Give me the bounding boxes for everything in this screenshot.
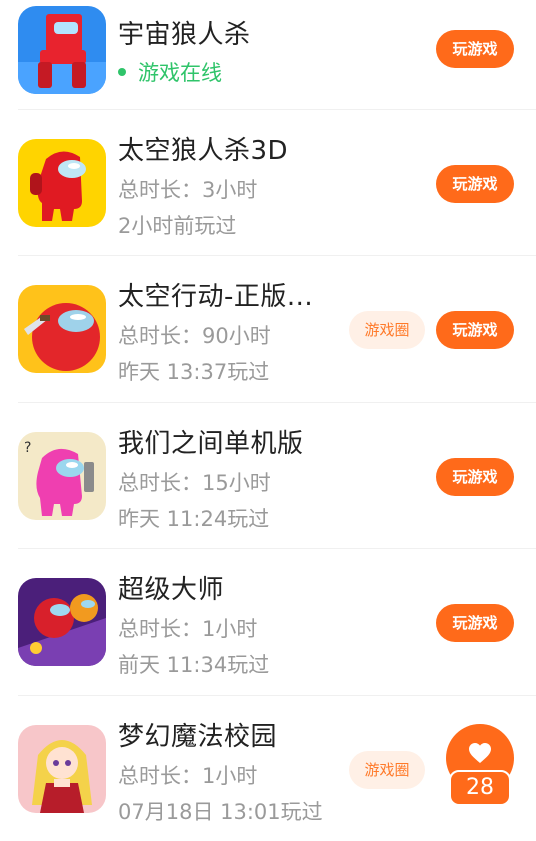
game-row[interactable]: 宇宙狼人杀 游戏在线 玩游戏	[0, 0, 536, 110]
game-row[interactable]: 太空行动-正版... 总时长：90小时 昨天 13:37玩过 游戏圈 玩游戏	[0, 256, 536, 403]
online-status: 游戏在线	[118, 57, 222, 87]
game-title: 太空行动-正版...	[118, 282, 314, 312]
last-played: 前天 11:34玩过	[118, 653, 270, 677]
played-games-list: 宇宙狼人杀 游戏在线 玩游戏 太空狼人杀3D 总时长：3小时 2小时前玩过 玩游…	[0, 0, 536, 841]
crewmates-space-icon[interactable]	[18, 578, 106, 666]
game-title: 我们之间单机版	[118, 429, 304, 459]
online-status-label: 游戏在线	[138, 61, 222, 85]
play-game-button[interactable]: 玩游戏	[436, 311, 514, 349]
play-game-button[interactable]: 玩游戏	[436, 165, 514, 203]
online-dot-icon	[118, 68, 126, 76]
svg-text:?: ?	[24, 440, 31, 456]
anime-girl-icon[interactable]	[18, 725, 106, 813]
last-played: 昨天 13:37玩过	[118, 360, 270, 384]
game-circle-button[interactable]: 游戏圈	[349, 311, 425, 349]
red-crewmate-icon[interactable]	[18, 139, 106, 227]
last-played: 2小时前玩过	[118, 214, 237, 238]
play-game-button[interactable]: 玩游戏	[436, 30, 514, 68]
play-game-button[interactable]: 玩游戏	[436, 458, 514, 496]
game-row[interactable]: 超级大师 总时长：1小时 前天 11:34玩过 玩游戏	[0, 549, 536, 696]
game-title: 梦幻魔法校园	[118, 722, 278, 752]
total-duration: 总时长：3小时	[118, 178, 258, 202]
last-played: 07月18日 13:01玩过	[118, 800, 323, 824]
game-row[interactable]: ? 我们之间单机版 总时长：15小时 昨天 11:24玩过 玩游戏	[0, 403, 536, 549]
game-circle-button[interactable]: 游戏圈	[349, 751, 425, 789]
total-duration: 总时长：15小时	[118, 471, 271, 495]
game-row[interactable]: 太空狼人杀3D 总时长：3小时 2小时前玩过 玩游戏	[0, 110, 536, 256]
game-title: 超级大师	[118, 575, 225, 605]
game-title: 太空狼人杀3D	[118, 136, 289, 166]
total-duration: 总时长：90小时	[118, 324, 271, 348]
play-game-button[interactable]: 玩游戏	[436, 604, 514, 642]
red-crewmate-knife-icon[interactable]	[18, 285, 106, 373]
favorite-count: 28	[449, 770, 511, 806]
game-title: 宇宙狼人杀	[118, 20, 251, 50]
total-duration: 总时长：1小时	[118, 764, 258, 788]
last-played: 昨天 11:24玩过	[118, 507, 270, 531]
red-crewmate-block-icon[interactable]	[18, 6, 106, 94]
pink-crewmate-icon[interactable]: ?	[18, 432, 106, 520]
favorite-floating-button[interactable]: 28	[445, 724, 515, 806]
total-duration: 总时长：1小时	[118, 617, 258, 641]
